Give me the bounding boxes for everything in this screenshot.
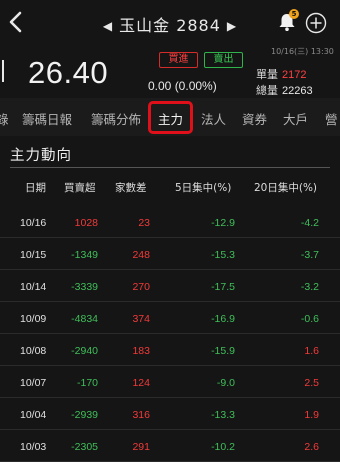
row-branch-diff: 374 [132,313,150,325]
table-row: 10/07 -170 124 -9.0 2.5 [0,366,340,398]
row-5d-concentration: -16.9 [211,313,235,325]
row-net-buy-sell: -2939 [71,409,98,421]
row-20d-concentration: -4.2 [300,217,319,229]
section-title: 主力動向 [10,148,72,164]
row-20d-concentration: 2.6 [304,441,319,453]
tab-partial-right[interactable]: 營 [325,109,338,128]
last-price: 26.40 [28,55,109,90]
next-stock-arrow-icon[interactable]: ▶ [221,19,243,33]
row-20d-concentration: 1.6 [304,345,319,357]
unit-volume-value: 2172 [282,69,307,81]
row-5d-concentration: -9.0 [216,377,235,389]
row-date: 10/14 [20,281,47,293]
row-date: 10/16 [20,217,47,229]
row-net-buy-sell: -1349 [71,249,98,261]
row-5d-concentration: -15.9 [211,345,235,357]
header-5d-concentration: 5日集中(%) [175,182,232,194]
row-branch-diff: 291 [132,441,150,453]
add-watchlist-icon[interactable] [305,12,327,34]
tab-margin[interactable]: 資券 [242,109,267,128]
row-branch-diff: 270 [132,281,150,293]
total-volume-value: 22263 [282,85,313,97]
row-20d-concentration: -3.2 [300,281,319,293]
row-net-buy-sell: -2940 [71,345,98,357]
unit-volume: 單量 2172 [256,66,306,82]
total-volume-label: 總量 [256,84,278,97]
unit-volume-label: 單量 [256,68,278,81]
row-branch-diff: 124 [132,377,150,389]
row-date: 10/03 [20,441,47,453]
active-tab-highlight [148,101,193,134]
header-net-buy-sell: 買賣超 [64,182,96,194]
row-date: 10/04 [20,409,47,421]
table-row: 10/08 -2940 183 -15.9 1.6 [0,334,340,366]
row-net-buy-sell: -3339 [71,281,98,293]
row-5d-concentration: -10.2 [211,441,235,453]
row-5d-concentration: -13.3 [211,409,235,421]
row-date: 10/09 [20,313,47,325]
row-branch-diff: 316 [132,409,150,421]
row-5d-concentration: -17.5 [211,281,235,293]
row-20d-concentration: -0.6 [300,313,319,325]
tab-institutional[interactable]: 法人 [201,109,226,128]
row-5d-concentration: -15.3 [211,249,235,261]
row-20d-concentration: -3.7 [300,249,319,261]
stock-name: 玉山金 [119,16,171,35]
row-date: 10/08 [20,345,47,357]
row-branch-diff: 23 [138,217,150,229]
tab-chip-daily[interactable]: 籌碼日報 [22,109,72,128]
tab-partial-left[interactable]: 錄 [0,109,9,128]
total-volume: 總量 22263 [256,82,313,98]
row-5d-concentration: -12.9 [211,217,235,229]
table-row: 10/09 -4834 374 -16.9 -0.6 [0,302,340,334]
quote-datetime: 10/16(三) 13:30 [271,47,334,56]
table-header: 日期 買賣超 家數差 5日集中(%) 20日集中(%) [0,168,340,206]
row-net-buy-sell: 1028 [74,217,98,229]
row-branch-diff: 183 [132,345,150,357]
sell-button[interactable]: 賣出 [204,52,243,68]
stock-code: 2884 [176,16,221,35]
quote-panel: 26.40 買進 賣出 0.00 (0.00%) 10/16(三) 13:30 … [0,46,340,98]
buy-button[interactable]: 買進 [159,52,198,68]
row-20d-concentration: 2.5 [304,377,319,389]
header-date: 日期 [25,182,46,194]
row-branch-diff: 248 [132,249,150,261]
row-net-buy-sell: -170 [76,377,98,389]
tab-chip-distribution[interactable]: 籌碼分佈 [91,109,141,128]
header-branch-diff: 家數差 [115,182,147,194]
price-change: 0.00 (0.00%) [148,79,217,93]
main-force-section: 主力動向 [0,136,340,168]
table-row: 10/16 1028 23 -12.9 -4.2 [0,206,340,238]
table-row: 10/15 -1349 248 -15.3 -3.7 [0,238,340,270]
top-bar: ◀ 玉山金 2884 ▶ 5 [0,0,340,46]
table-row: 10/14 -3339 270 -17.5 -3.2 [0,270,340,302]
notification-badge: 5 [289,9,299,19]
row-date: 10/15 [20,249,47,261]
row-date: 10/07 [20,377,47,389]
row-20d-concentration: 1.9 [304,409,319,421]
prev-stock-arrow-icon[interactable]: ◀ [97,19,119,33]
price-indicator-mark [2,60,4,82]
table-row: 10/04 -2939 316 -13.3 1.9 [0,398,340,430]
row-net-buy-sell: -2305 [71,441,98,453]
table-row: 10/03 -2305 291 -10.2 2.6 [0,430,340,462]
row-net-buy-sell: -4834 [71,313,98,325]
header-20d-concentration: 20日集中(%) [254,182,318,194]
tab-major-holders[interactable]: 大戶 [283,109,308,128]
